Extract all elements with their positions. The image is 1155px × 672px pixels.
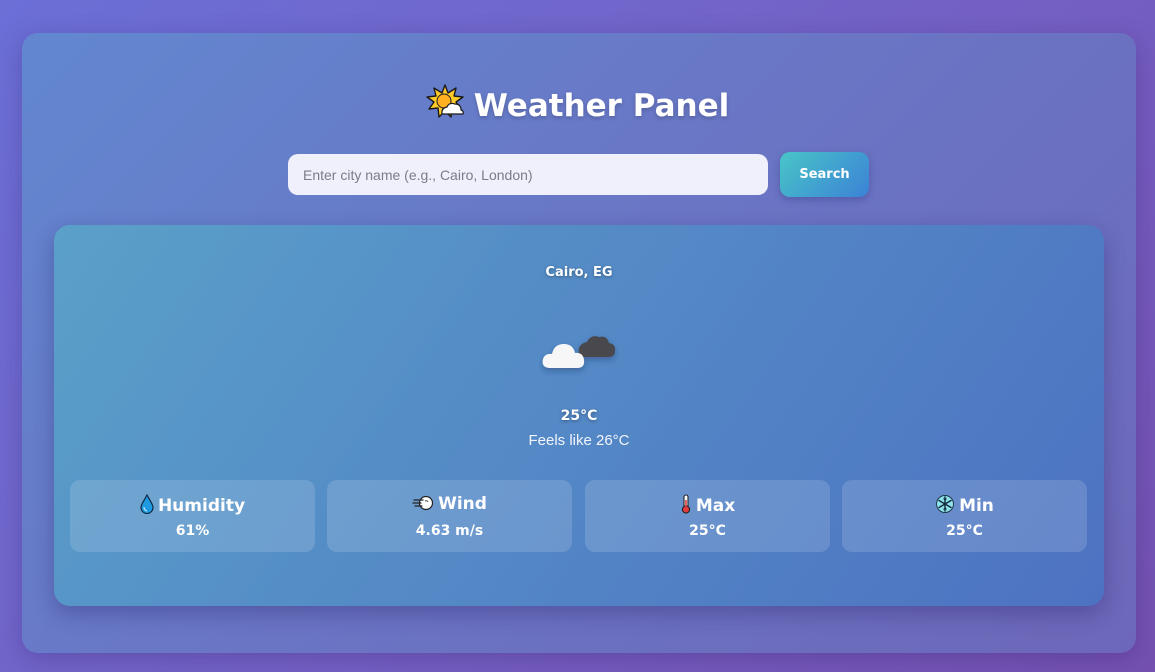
snowflake-icon bbox=[935, 495, 959, 516]
search-button[interactable]: Search bbox=[780, 152, 869, 197]
page-title: Weather Panel bbox=[473, 88, 730, 124]
stat-label-min: Min bbox=[959, 496, 994, 516]
wind-icon bbox=[412, 494, 438, 514]
stat-value-max: 25°C bbox=[689, 523, 726, 539]
temperature-value: 25°C bbox=[560, 408, 598, 424]
stat-humidity: Humidity 61% bbox=[70, 480, 315, 552]
stat-label-wind: Wind bbox=[438, 494, 487, 514]
stat-label-humidity: Humidity bbox=[157, 496, 246, 516]
stat-value-min: 25°C bbox=[946, 523, 983, 539]
stat-value-humidity: 61% bbox=[175, 523, 210, 539]
location-label: Cairo, EG bbox=[545, 265, 613, 280]
feels-like-text: Feels like 26°C bbox=[528, 432, 630, 449]
stat-min: Min 25°C bbox=[842, 480, 1087, 552]
stat-max: Max 25°C bbox=[585, 480, 830, 552]
thermometer-icon bbox=[680, 494, 696, 516]
weather-card: Cairo, EG 25°C Feels like 26°C Humidity … bbox=[54, 225, 1104, 606]
stat-wind: Wind 4.63 m/s bbox=[327, 480, 572, 552]
stat-value-wind: 4.63 m/s bbox=[415, 523, 484, 539]
sun-behind-cloud-icon bbox=[426, 84, 464, 132]
droplet-icon bbox=[140, 494, 158, 516]
app-header: Weather Panel bbox=[0, 84, 1155, 132]
cloud-icon bbox=[539, 320, 619, 380]
stat-label-max: Max bbox=[695, 496, 736, 516]
city-search-input[interactable] bbox=[288, 154, 768, 195]
